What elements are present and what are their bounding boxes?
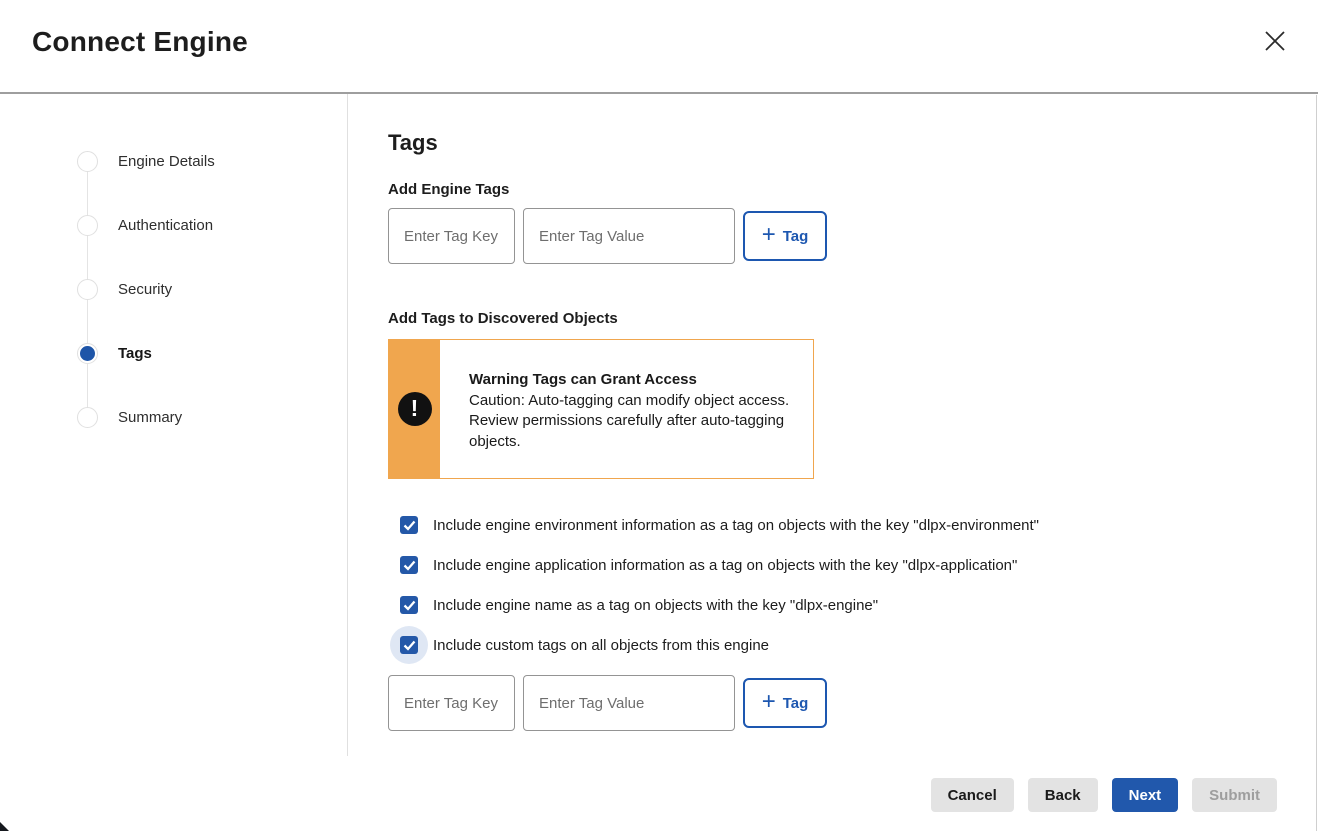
add-tag-button-label: Tag [783, 228, 809, 245]
checkbox-application[interactable] [400, 556, 418, 574]
checkbox-environment[interactable] [400, 516, 418, 534]
stepper-item-tags[interactable]: Tags [77, 342, 347, 364]
modal-title: Connect Engine [32, 26, 1288, 58]
warning-title: Warning Tags can Grant Access [469, 370, 793, 391]
custom-tag-value-input[interactable] [523, 675, 735, 731]
checkbox-label: Include engine name as a tag on objects … [433, 597, 878, 614]
back-button[interactable]: Back [1028, 778, 1098, 812]
checkbox-row-custom-tags[interactable]: Include custom tags on all objects from … [400, 625, 1318, 665]
custom-tag-key-input[interactable] [388, 675, 515, 731]
checkbox-row-engine-name[interactable]: Include engine name as a tag on objects … [400, 585, 1318, 625]
modal-footer: Cancel Back Next Submit [931, 778, 1277, 812]
add-tag-button-label: Tag [783, 695, 809, 712]
step-label: Engine Details [118, 153, 215, 170]
checkbox-label: Include engine environment information a… [433, 517, 1039, 534]
step-circle-active-icon [77, 343, 98, 364]
step-label: Security [118, 281, 172, 298]
stepper-item-security[interactable]: Security [77, 278, 347, 300]
checkbox-label: Include custom tags on all objects from … [433, 637, 769, 654]
step-label: Tags [118, 345, 152, 362]
tags-panel: Tags Add Engine Tags + Tag Add Tags to D… [348, 94, 1318, 756]
step-circle-icon [77, 215, 98, 236]
checkbox-custom-tags[interactable] [400, 636, 418, 654]
step-label: Summary [118, 409, 182, 426]
stepper-column: Engine Details Authentication Security T… [0, 94, 348, 756]
plus-icon: + [762, 690, 776, 714]
next-button[interactable]: Next [1112, 778, 1179, 812]
modal-body: Engine Details Authentication Security T… [0, 94, 1318, 756]
cancel-button[interactable]: Cancel [931, 778, 1014, 812]
submit-button: Submit [1192, 778, 1277, 812]
checked-checkbox-icon [400, 556, 418, 574]
add-custom-tag-button[interactable]: + Tag [743, 678, 827, 728]
stepper-item-summary[interactable]: Summary [77, 406, 347, 428]
checkbox-label: Include engine application information a… [433, 557, 1017, 574]
step-circle-icon [77, 407, 98, 428]
plus-icon: + [762, 223, 776, 247]
engine-tag-input-row: + Tag [388, 208, 1318, 264]
add-engine-tag-button[interactable]: + Tag [743, 211, 827, 261]
step-circle-icon [77, 279, 98, 300]
warning-exclamation-icon: ! [398, 392, 432, 426]
page-title: Tags [388, 130, 1318, 156]
warning-text: Warning Tags can Grant Access Caution: A… [440, 340, 813, 478]
add-tags-discovered-label: Add Tags to Discovered Objects [388, 310, 1318, 327]
wizard-stepper: Engine Details Authentication Security T… [0, 94, 347, 428]
engine-tag-value-input[interactable] [523, 208, 735, 264]
cursor-artifact [0, 822, 9, 831]
step-circle-icon [77, 151, 98, 172]
engine-tag-key-input[interactable] [388, 208, 515, 264]
checkbox-row-environment[interactable]: Include engine environment information a… [400, 505, 1318, 545]
auto-tag-checkbox-list: Include engine environment information a… [388, 505, 1318, 665]
checked-checkbox-icon [400, 516, 418, 534]
checked-checkbox-icon [400, 636, 418, 654]
modal-header: Connect Engine [0, 0, 1318, 94]
checkbox-engine-name[interactable] [400, 596, 418, 614]
warning-callout: ! Warning Tags can Grant Access Caution:… [388, 339, 814, 479]
close-button[interactable] [1263, 29, 1287, 53]
custom-tag-input-row: + Tag [388, 675, 1318, 731]
checkbox-row-application[interactable]: Include engine application information a… [400, 545, 1318, 585]
stepper-item-authentication[interactable]: Authentication [77, 214, 347, 236]
close-icon [1263, 29, 1287, 53]
warning-body: Caution: Auto-tagging can modify object … [469, 391, 793, 453]
step-label: Authentication [118, 217, 213, 234]
checked-checkbox-icon [400, 596, 418, 614]
warning-strip: ! [389, 340, 440, 478]
stepper-item-engine-details[interactable]: Engine Details [77, 150, 347, 172]
modal-right-edge [1316, 95, 1317, 831]
add-engine-tags-label: Add Engine Tags [388, 181, 1318, 198]
